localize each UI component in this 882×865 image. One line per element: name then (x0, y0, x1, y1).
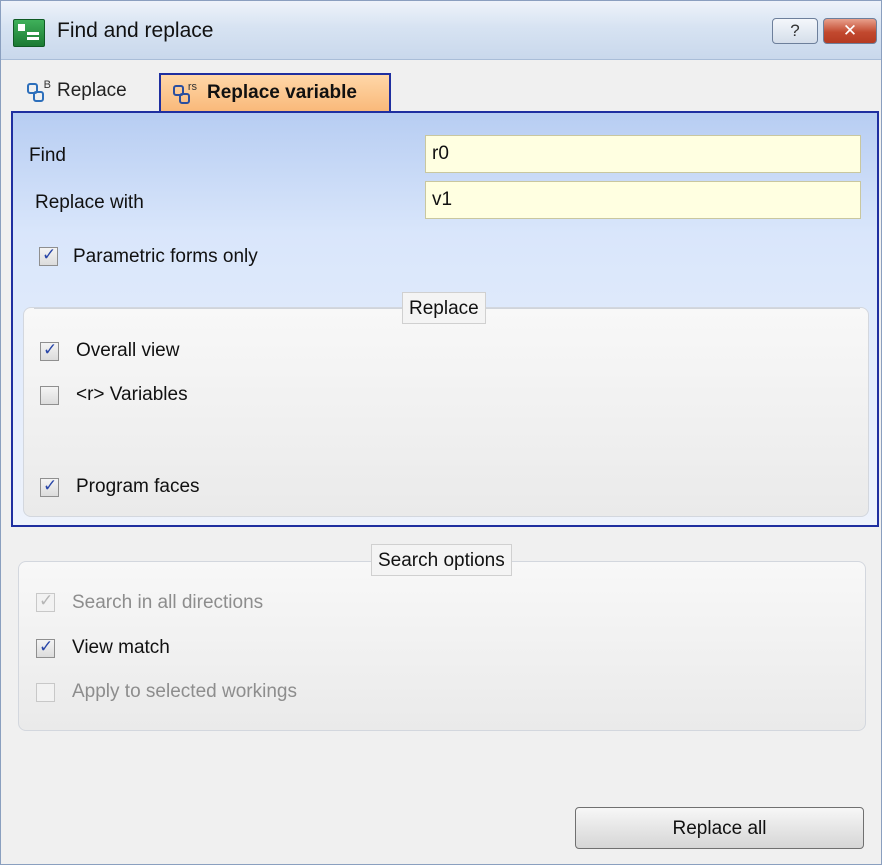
replace-group-caption: Replace (402, 292, 486, 324)
tab-replace-variable[interactable]: rs Replace variable (159, 73, 391, 111)
search-all-directions-label: Search in all directions (72, 592, 264, 613)
r-variables-label: <r> Variables (76, 384, 188, 405)
parametric-forms-label: Parametric forms only (73, 246, 258, 267)
program-faces-checkbox[interactable] (40, 476, 59, 497)
apply-selected-workings-checkbox[interactable] (36, 683, 55, 702)
replace-variable-tab-icon: rs (173, 81, 197, 105)
replace-variable-panel: Find Replace with Parametric forms only … (11, 111, 879, 527)
replace-with-label: Replace with (35, 192, 144, 213)
apply-selected-workings-label: Apply to selected workings (72, 681, 297, 702)
tab-replace[interactable]: B Replace (13, 73, 158, 111)
find-input[interactable] (425, 135, 861, 173)
overall-view-label: Overall view (76, 340, 180, 361)
r-variables-checkbox[interactable] (40, 386, 59, 405)
app-icon (13, 19, 45, 47)
help-button[interactable]: ? (772, 18, 818, 44)
replace-all-button[interactable]: Replace all (575, 807, 864, 849)
replace-tab-icon: B (27, 79, 51, 103)
tab-strip: B Replace rs Replace variable (1, 61, 881, 113)
view-match-label: View match (72, 637, 170, 658)
search-options-group: Search options Search in all directions … (18, 544, 866, 731)
close-button[interactable]: ✕ (823, 18, 877, 44)
view-match-checkbox[interactable] (36, 637, 55, 658)
title-bar: Find and replace ? ✕ (1, 1, 881, 60)
tab-replace-variable-label: Replace variable (207, 82, 357, 103)
find-label: Find (29, 145, 66, 166)
program-faces-label: Program faces (76, 476, 200, 497)
tab-replace-label: Replace (57, 80, 127, 101)
window-title: Find and replace (57, 19, 214, 42)
replace-with-input[interactable] (425, 181, 861, 219)
overall-view-checkbox[interactable] (40, 340, 59, 361)
search-all-directions-checkbox[interactable] (36, 591, 55, 612)
find-replace-dialog: Find and replace ? ✕ B Replace rs Replac… (0, 0, 882, 865)
replace-options-group: Replace Overall view <r> Variables Progr… (23, 292, 869, 517)
parametric-forms-checkbox[interactable] (39, 245, 58, 266)
search-options-caption: Search options (371, 544, 512, 576)
